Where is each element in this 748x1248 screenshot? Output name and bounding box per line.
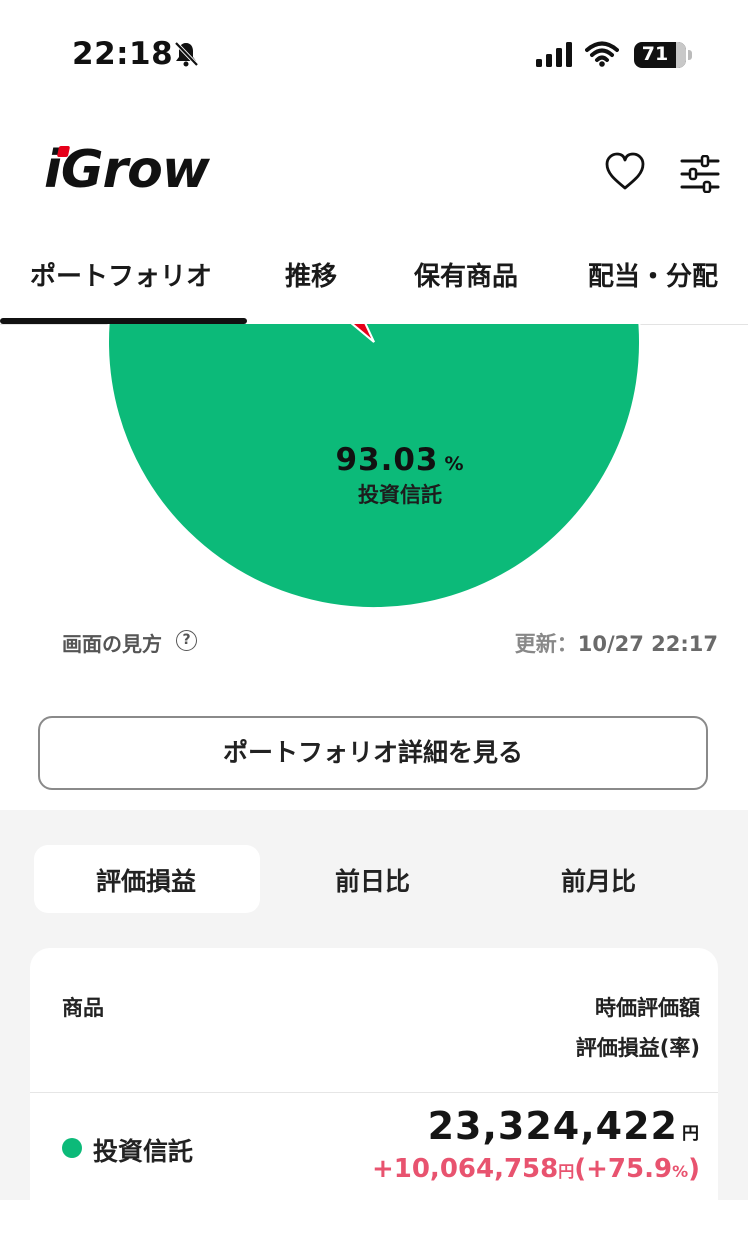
legend-dot-investment-trust (62, 1138, 82, 1158)
help-question-icon[interactable]: ? (176, 630, 197, 651)
column-header-gain-rate: 評価損益(率) (575, 1036, 700, 1060)
updated-label: 更新： (514, 632, 578, 656)
portfolio-detail-button[interactable]: ポートフォリオ詳細を見る (38, 716, 708, 790)
pie-center-unit: % (444, 453, 465, 475)
battery-tip (688, 50, 692, 60)
row-market-value: 23,324,422 円 (428, 1104, 700, 1148)
updated-time: 10/27 22:17 (577, 632, 718, 656)
segment-month-change[interactable]: 前月比 (561, 862, 636, 898)
silent-bell-icon (172, 40, 200, 72)
pie-center-value: 93.03 (335, 442, 439, 478)
pie-center-label: 投資信託 (358, 483, 442, 507)
status-time: 22:18 (72, 36, 174, 72)
row-product-name[interactable]: 投資信託 (93, 1132, 193, 1168)
row-market-value-unit: 円 (682, 1124, 700, 1144)
tab-dividends[interactable]: 配当・分配 (588, 256, 718, 293)
tab-history[interactable]: 推移 (285, 256, 337, 293)
logo-accent (56, 146, 71, 157)
pie-center-percent: 93.03% (300, 442, 500, 478)
table-divider (30, 1092, 718, 1093)
tab-bar: ポートフォリオ 推移 保有商品 配当・分配 (0, 238, 748, 325)
settings-sliders-icon[interactable] (680, 154, 720, 197)
row-market-value-number: 23,324,422 (427, 1104, 678, 1148)
row-gain-rate: (+75.9 (574, 1154, 673, 1184)
battery-icon: 71 (634, 42, 686, 68)
wifi-icon (585, 40, 619, 72)
last-updated: 更新：10/27 22:17 (515, 628, 718, 658)
row-gain-unit: 円 (558, 1162, 575, 1181)
row-gain-rate-unit: % (672, 1162, 689, 1181)
tab-portfolio[interactable]: ポートフォリオ (30, 256, 212, 293)
segment-valuation-gain[interactable]: 評価損益 (96, 862, 196, 898)
battery-level: 71 (641, 43, 669, 65)
tab-holdings[interactable]: 保有商品 (414, 256, 518, 293)
row-gain-rate-close: ) (688, 1154, 700, 1184)
segment-day-change[interactable]: 前日比 (335, 862, 410, 898)
row-gain-amount: +10,064,758 (371, 1154, 559, 1184)
favorite-heart-icon[interactable] (604, 152, 646, 196)
column-header-product: 商品 (62, 996, 104, 1020)
column-header-market-value: 時価評価額 (595, 996, 700, 1020)
row-gain: +10,064,758円(+75.9%) (372, 1154, 700, 1184)
cellular-signal-icon (536, 42, 576, 72)
how-to-read-link[interactable]: 画面の見方 (62, 628, 162, 657)
